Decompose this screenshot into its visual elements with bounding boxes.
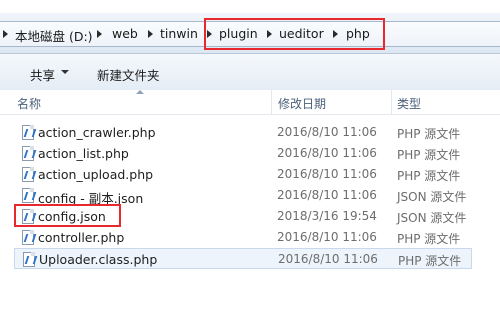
file-type: PHP 源文件 [397, 169, 461, 183]
breadcrumb-drive[interactable]: 本地磁盘 (D:) [15, 26, 93, 45]
share-button[interactable]: 共享 [30, 65, 55, 84]
sort-up-icon [136, 90, 144, 94]
file-name: action_upload.php [38, 167, 154, 182]
breadcrumb-separator-icon[interactable] [97, 30, 102, 38]
list-item[interactable]: config - 副本.json 2016/8/10 11:06 JSON 源文… [0, 185, 500, 206]
file-date: 2018/3/16 19:54 [277, 209, 377, 223]
file-name: Uploader.class.php [39, 252, 158, 267]
list-item[interactable]: action_crawler.php 2016/8/10 11:06 PHP 源… [0, 122, 500, 143]
address-highlight-box [204, 18, 385, 50]
php-file-icon [22, 125, 34, 140]
file-date: 2016/8/10 11:06 [277, 230, 377, 244]
php-file-icon [22, 146, 34, 161]
breadcrumb-separator-icon[interactable] [148, 30, 153, 38]
column-divider[interactable] [391, 90, 392, 114]
file-name: action_crawler.php [38, 125, 156, 140]
column-header-name[interactable]: 名称 [17, 95, 41, 112]
file-type: JSON 源文件 [397, 190, 467, 204]
php-file-icon [22, 167, 34, 182]
file-type: JSON 源文件 [397, 211, 467, 225]
file-name: action_list.php [38, 146, 129, 161]
list-item[interactable]: action_list.php 2016/8/10 11:06 PHP 源文件 [0, 143, 500, 164]
file-type: PHP 源文件 [397, 232, 461, 246]
file-type: PHP 源文件 [397, 127, 461, 141]
file-type: PHP 源文件 [397, 148, 461, 162]
file-highlight-box [14, 204, 121, 227]
file-date: 2016/8/10 11:06 [277, 146, 377, 160]
breadcrumb-tinwin[interactable]: tinwin [160, 26, 198, 41]
file-date: 2016/8/10 11:06 [277, 167, 377, 181]
json-file-icon [22, 188, 34, 203]
column-header-type[interactable]: 类型 [397, 95, 421, 112]
column-divider[interactable] [271, 90, 272, 114]
file-date: 2016/8/10 11:06 [278, 252, 378, 266]
php-file-icon [22, 230, 34, 245]
breadcrumb-separator-icon[interactable] [3, 30, 8, 38]
list-item[interactable]: action_upload.php 2016/8/10 11:06 PHP 源文… [0, 164, 500, 185]
file-type: PHP 源文件 [398, 254, 462, 268]
breadcrumb-web[interactable]: web [112, 26, 138, 41]
list-item[interactable]: controller.php 2016/8/10 11:06 PHP 源文件 [0, 227, 500, 248]
file-name: controller.php [38, 230, 125, 245]
new-folder-button[interactable]: 新建文件夹 [97, 65, 160, 84]
toolbar: 共享 新建文件夹 [0, 54, 500, 91]
column-header-date[interactable]: 修改日期 [278, 95, 326, 112]
file-date: 2016/8/10 11:06 [277, 125, 377, 139]
column-header-row: 名称 修改日期 类型 [0, 90, 500, 115]
php-file-icon [23, 252, 35, 267]
chevron-down-icon[interactable] [61, 70, 69, 74]
list-item-selected[interactable]: Uploader.class.php 2016/8/10 11:06 PHP 源… [14, 248, 472, 269]
file-date: 2016/8/10 11:06 [277, 188, 377, 202]
